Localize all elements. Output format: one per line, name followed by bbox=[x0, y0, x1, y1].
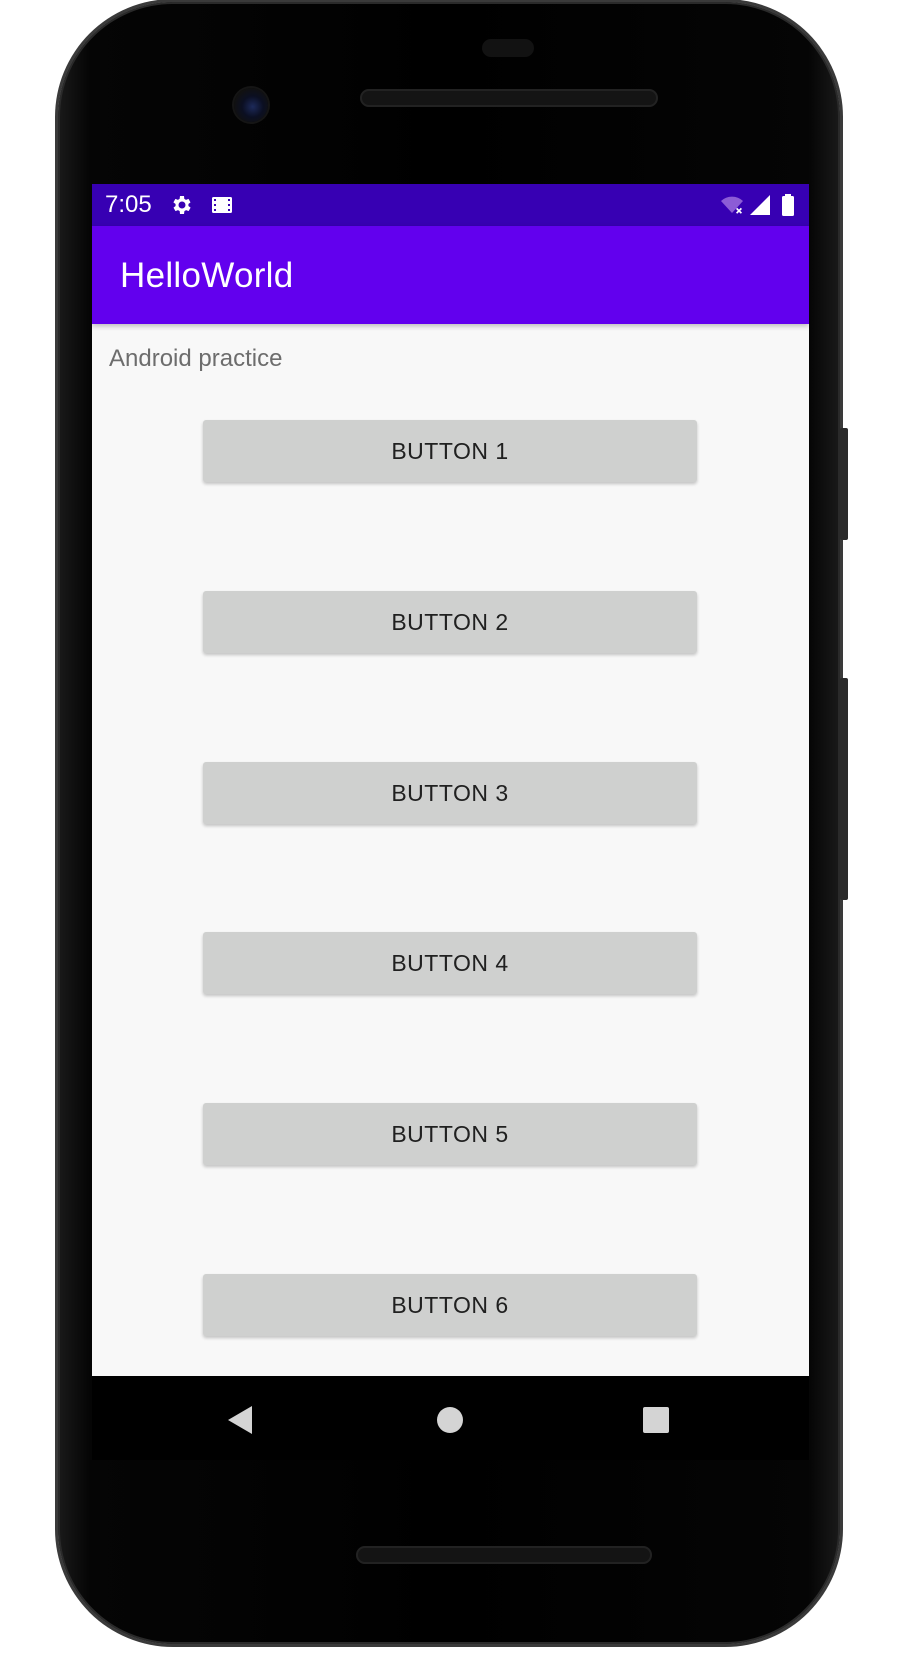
proximity-sensor bbox=[482, 39, 534, 57]
signal-icon bbox=[750, 195, 770, 215]
front-camera bbox=[234, 88, 268, 122]
device-screen: 7:05 HelloWorld Android practice BUTTON … bbox=[92, 184, 809, 1376]
bottom-speaker bbox=[356, 1546, 652, 1564]
volume-button[interactable] bbox=[840, 678, 848, 900]
power-button[interactable] bbox=[840, 428, 848, 540]
button-1[interactable]: BUTTON 1 bbox=[203, 420, 697, 482]
status-time: 7:05 bbox=[105, 191, 152, 218]
button-2[interactable]: BUTTON 2 bbox=[203, 591, 697, 653]
button-6[interactable]: BUTTON 6 bbox=[203, 1274, 697, 1336]
film-icon bbox=[212, 197, 232, 213]
navigation-bar bbox=[92, 1376, 809, 1460]
app-bar: HelloWorld bbox=[92, 226, 809, 324]
settings-gear-icon bbox=[173, 196, 191, 214]
button-4[interactable]: BUTTON 4 bbox=[203, 932, 697, 994]
battery-icon bbox=[782, 194, 794, 216]
intro-text: Android practice bbox=[109, 345, 283, 372]
button-3[interactable]: BUTTON 3 bbox=[203, 762, 697, 824]
home-icon[interactable] bbox=[436, 1406, 464, 1434]
app-title: HelloWorld bbox=[120, 256, 294, 295]
top-speaker bbox=[360, 89, 658, 107]
recents-icon[interactable] bbox=[643, 1407, 669, 1433]
wifi-off-icon bbox=[721, 196, 743, 214]
main-content: Android practice BUTTON 1 BUTTON 2 BUTTO… bbox=[92, 324, 809, 1376]
back-icon[interactable] bbox=[226, 1404, 254, 1436]
button-5[interactable]: BUTTON 5 bbox=[203, 1103, 697, 1165]
status-bar: 7:05 bbox=[92, 184, 809, 226]
